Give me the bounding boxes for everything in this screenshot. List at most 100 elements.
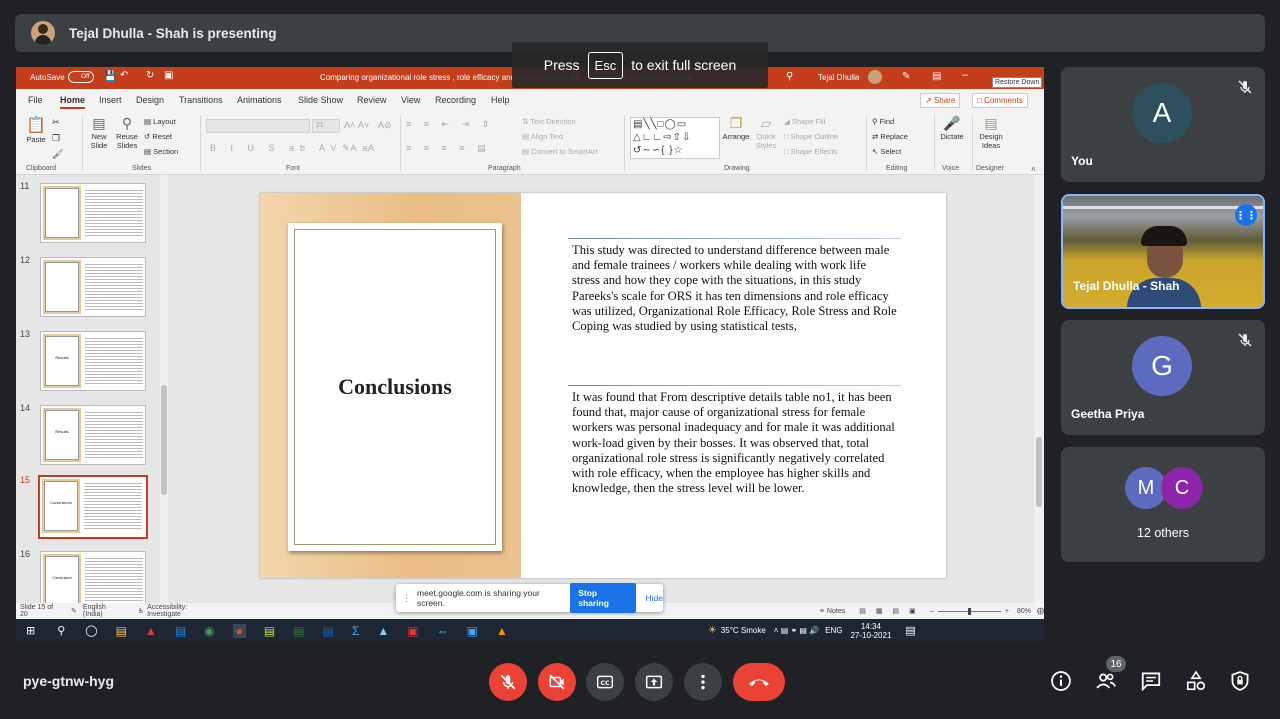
notes-button[interactable]: Notes <box>827 608 845 615</box>
zoom-app-icon[interactable]: ▣ <box>467 624 478 638</box>
accessibility-status[interactable]: Accessibility: Investigate <box>147 604 220 618</box>
zoom-slider-thumb[interactable] <box>967 607 971 615</box>
spellcheck-icon[interactable]: ✎ <box>71 607 77 615</box>
shape-outline-button[interactable]: □ Shape Outline <box>784 132 838 141</box>
reset-button[interactable]: ↺ Reset <box>144 132 172 141</box>
slide-thumbnail[interactable]: Results <box>40 405 146 465</box>
present-now-button[interactable] <box>635 663 673 701</box>
slide-thumbnail[interactable] <box>40 183 146 243</box>
scrollbar-thumb[interactable] <box>161 385 167 495</box>
vlc-icon[interactable]: ▲ <box>496 624 508 638</box>
zoom-level[interactable]: 80% <box>1017 608 1031 615</box>
select-button[interactable]: ↖ Select <box>872 147 901 156</box>
notification-icon[interactable]: ▤ <box>905 624 915 637</box>
word-icon[interactable]: ▤ <box>323 624 334 638</box>
convert-smartart-button[interactable]: ▤ Convert to SmartArt <box>522 147 597 156</box>
participant-tile-geetha[interactable]: G Geetha Priya <box>1061 320 1265 435</box>
replace-button[interactable]: ⇄ Replace <box>872 132 908 141</box>
shrink-font-icon[interactable]: A˅ <box>358 120 369 130</box>
participant-tile-speaker[interactable]: ⋮⋮ Tejal Dhulla - Shah <box>1061 194 1265 309</box>
slide-thumbnail[interactable]: Conclusion <box>40 551 146 611</box>
slide-thumbnail[interactable] <box>40 257 146 317</box>
notes-app-icon[interactable]: ▤ <box>264 624 275 638</box>
language[interactable]: English (India) <box>83 604 126 618</box>
reading-view-icon[interactable]: ▤ <box>892 607 899 615</box>
align-icons[interactable]: ≡ ≡ ≡ ≡ ▤ <box>406 143 491 154</box>
outlook-icon[interactable]: ▤ <box>175 624 186 638</box>
quick-styles-button[interactable]: ▱ Quick Styles <box>752 115 780 150</box>
autosave-toggle[interactable]: Off <box>68 71 94 83</box>
stop-sharing-button[interactable]: Stop sharing <box>570 583 636 613</box>
tab-animations[interactable]: Animations <box>237 95 282 105</box>
thumbnail-scrollbar[interactable] <box>160 175 168 603</box>
start-icon[interactable]: ⊞ <box>26 624 35 637</box>
more-options-button[interactable] <box>684 663 722 701</box>
new-slide-button[interactable]: ▤ New Slide <box>86 115 112 150</box>
clear-format-icon[interactable]: A⊘ <box>378 120 392 131</box>
list-icons[interactable]: ≡ ≡ ⇤ ⇥ ⇕ <box>406 119 494 130</box>
minimize-icon[interactable]: – <box>962 69 968 81</box>
paste-button[interactable]: 📋 Paste <box>24 115 48 144</box>
pen-icon[interactable]: ✎ <box>902 71 910 82</box>
fit-slide-icon[interactable]: ⨁ <box>1037 607 1044 615</box>
slide-scrollbar-thumb[interactable] <box>1036 437 1042 507</box>
cut-icon[interactable]: ✂ <box>52 117 60 128</box>
highlight-icon[interactable]: ✎ <box>342 143 350 154</box>
zoom-slider[interactable] <box>937 607 1001 615</box>
section-button[interactable]: ▤ Section <box>144 147 178 156</box>
align-text-button[interactable]: ▤ Align Text <box>522 132 563 141</box>
tab-review[interactable]: Review <box>357 95 387 105</box>
chat-button[interactable] <box>1138 668 1164 694</box>
reuse-slides-button[interactable]: ⚲ Reuse Slides <box>114 115 140 150</box>
zoom-out-icon[interactable]: – <box>930 608 934 615</box>
shape-fill-button[interactable]: ◢ Shape Fill <box>784 117 825 126</box>
taskbar-search-icon[interactable]: ⚲ <box>57 624 65 637</box>
remote-app-icon[interactable]: ▲ <box>377 624 389 638</box>
host-controls-button[interactable] <box>1227 668 1253 694</box>
leave-call-button[interactable] <box>733 663 785 701</box>
tab-home[interactable]: Home <box>60 95 86 109</box>
ppt-user-avatar[interactable] <box>868 70 882 84</box>
comments-button[interactable]: □ Comments <box>972 93 1028 108</box>
tab-help[interactable]: Help <box>491 95 510 105</box>
activities-button[interactable] <box>1183 668 1209 694</box>
font-family-select[interactable] <box>206 119 310 133</box>
dictate-button[interactable]: 🎤 Dictate <box>936 115 968 141</box>
clock[interactable]: 14:34 27-10-2021 <box>850 622 891 640</box>
captions-button[interactable]: CC <box>586 663 624 701</box>
participant-tile-you[interactable]: A You <box>1061 67 1265 182</box>
format-painter-icon[interactable]: 🖌 <box>52 149 63 160</box>
sigma-app-icon[interactable]: Σ <box>352 624 359 638</box>
slide-scrollbar[interactable] <box>1034 175 1044 603</box>
grow-font-icon[interactable]: A˄ <box>344 120 355 130</box>
zoom-in-icon[interactable]: + <box>1005 608 1009 615</box>
share-button[interactable]: ↗ Share <box>920 93 961 108</box>
weather-text[interactable]: 35°C Smoke <box>721 626 766 635</box>
accessibility-icon[interactable]: ♿ <box>138 607 144 615</box>
notes-icon[interactable]: ≡ <box>820 608 824 615</box>
participant-tile-others[interactable]: M C 12 others <box>1061 447 1265 562</box>
font-color-icon[interactable]: A <box>368 143 374 153</box>
find-button[interactable]: ⚲ Find <box>872 117 894 126</box>
hide-sharing-bar-button[interactable]: Hide <box>646 593 663 603</box>
font-size-select[interactable]: 21 <box>312 119 340 133</box>
normal-view-icon[interactable]: ▤ <box>859 607 866 615</box>
present-icon[interactable]: ▣ <box>164 70 173 81</box>
slide-sorter-icon[interactable]: ▦ <box>876 607 883 615</box>
save-icon[interactable]: 💾 <box>104 71 116 82</box>
tab-recording[interactable]: Recording <box>435 95 476 105</box>
input-language[interactable]: ENG <box>825 626 842 635</box>
shapes-gallery[interactable]: ▤╲╲□◯▭ △∟∟⇨⇧⇩ ↺∼∽{ }☆ <box>630 117 720 159</box>
text-direction-button[interactable]: ⇅ Text Direction <box>522 117 576 126</box>
tab-file[interactable]: File <box>28 95 43 105</box>
tab-transitions[interactable]: Transitions <box>179 95 223 105</box>
chrome-icon[interactable]: ◉ <box>204 624 214 638</box>
undo-icon[interactable]: ↶ <box>120 70 128 81</box>
excel-icon[interactable]: ▤ <box>293 624 304 638</box>
slide-thumbnail-selected[interactable]: Conclusions <box>38 475 148 539</box>
tab-view[interactable]: View <box>401 95 420 105</box>
arrange-button[interactable]: ❐ Arrange <box>722 115 750 141</box>
redo-icon[interactable]: ↻ <box>146 70 154 81</box>
tray-icons[interactable]: ˄ ▤ ⚭ ▤ 🔊 <box>774 626 819 635</box>
layout-button[interactable]: ▤ Layout <box>144 117 176 126</box>
